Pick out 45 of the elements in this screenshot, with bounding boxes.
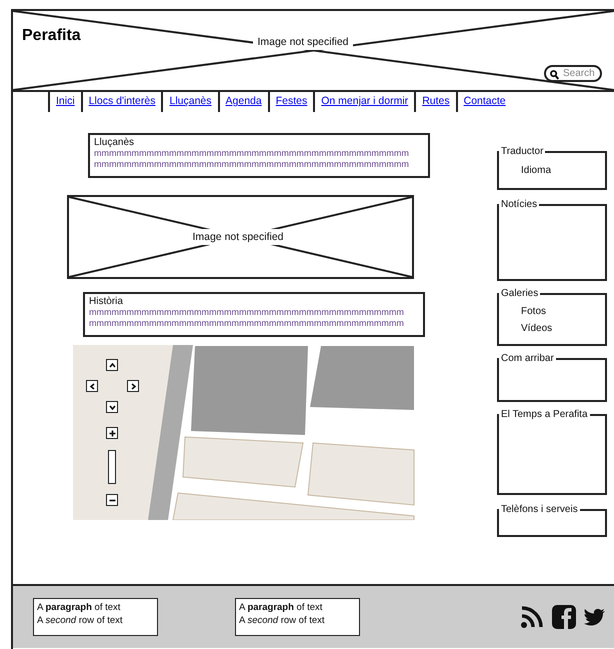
placeholder-text: mmmmmmmmmmmmmmmmmmmmmmmmmmmmmmmmmmmmmmmmmm — [89, 318, 405, 329]
panel-title: Traductor — [500, 146, 544, 157]
zoom-scale-icon — [108, 450, 116, 484]
panel-title: Telèfons i serveis — [500, 504, 579, 515]
panel-title: Notícies — [500, 199, 538, 210]
panel-title: Història — [89, 296, 124, 307]
zoom-in-button[interactable] — [106, 427, 118, 439]
chevron-down-icon — [108, 404, 116, 410]
placeholder-text: mmmmmmmmmmmmmmmmmmmmmmmmmmmmmmmmmmmmmmmmmm — [94, 148, 410, 159]
placeholder-text: mmmmmmmmmmmmmmmmmmmmmmmmmmmmmmmmmmmmmmmmmm — [89, 307, 405, 318]
nav-link[interactable]: Festes — [268, 92, 314, 112]
panel-title: Galeries — [500, 288, 540, 299]
search-field[interactable]: Search — [544, 65, 602, 82]
placeholder-text: mmmmmmmmmmmmmmmmmmmmmmmmmmmmmmmmmmmmmmmmmm — [94, 159, 410, 170]
pan-left-button[interactable] — [86, 380, 98, 392]
panel-link[interactable]: Fotos — [521, 306, 605, 316]
nav-link[interactable]: Llocs d'interès — [80, 92, 162, 112]
bird-icon[interactable] — [584, 608, 606, 626]
rss-icon[interactable] — [520, 605, 544, 629]
panel-title: Lluçanès — [94, 137, 136, 148]
image-caption: Image not specified — [253, 34, 353, 50]
chevron-right-icon — [130, 382, 136, 390]
plus-icon — [108, 430, 116, 436]
nav-link[interactable]: Rutes — [414, 92, 456, 112]
nav-link[interactable]: Inici — [48, 92, 81, 112]
pan-up-button[interactable] — [106, 359, 118, 371]
nav-link[interactable]: On menjar i dormir — [313, 92, 414, 112]
panel-link[interactable]: Vídeos — [521, 322, 605, 334]
nav-link[interactable]: Contacte — [456, 92, 512, 112]
text-paragraph: A paragraph of text A second row of text — [235, 598, 360, 636]
panel-title: El Temps a Perafita — [500, 409, 589, 420]
panel-title: Com arribar — [500, 353, 555, 364]
facebook-icon[interactable] — [552, 605, 576, 629]
panel-link[interactable]: Idioma — [521, 165, 605, 176]
chevron-up-icon — [108, 362, 116, 368]
site-title: Perafita — [22, 27, 81, 45]
minus-icon — [108, 496, 116, 504]
nav-link[interactable]: Agenda — [218, 92, 268, 112]
pan-right-button[interactable] — [127, 380, 139, 392]
text-paragraph: A paragraph of text A second row of text — [33, 598, 158, 636]
zoom-out-button[interactable] — [106, 494, 118, 506]
pan-down-button[interactable] — [106, 401, 118, 413]
nav-link[interactable]: Lluçanès — [161, 92, 218, 112]
search-icon — [550, 70, 559, 80]
chevron-left-icon — [88, 382, 96, 390]
